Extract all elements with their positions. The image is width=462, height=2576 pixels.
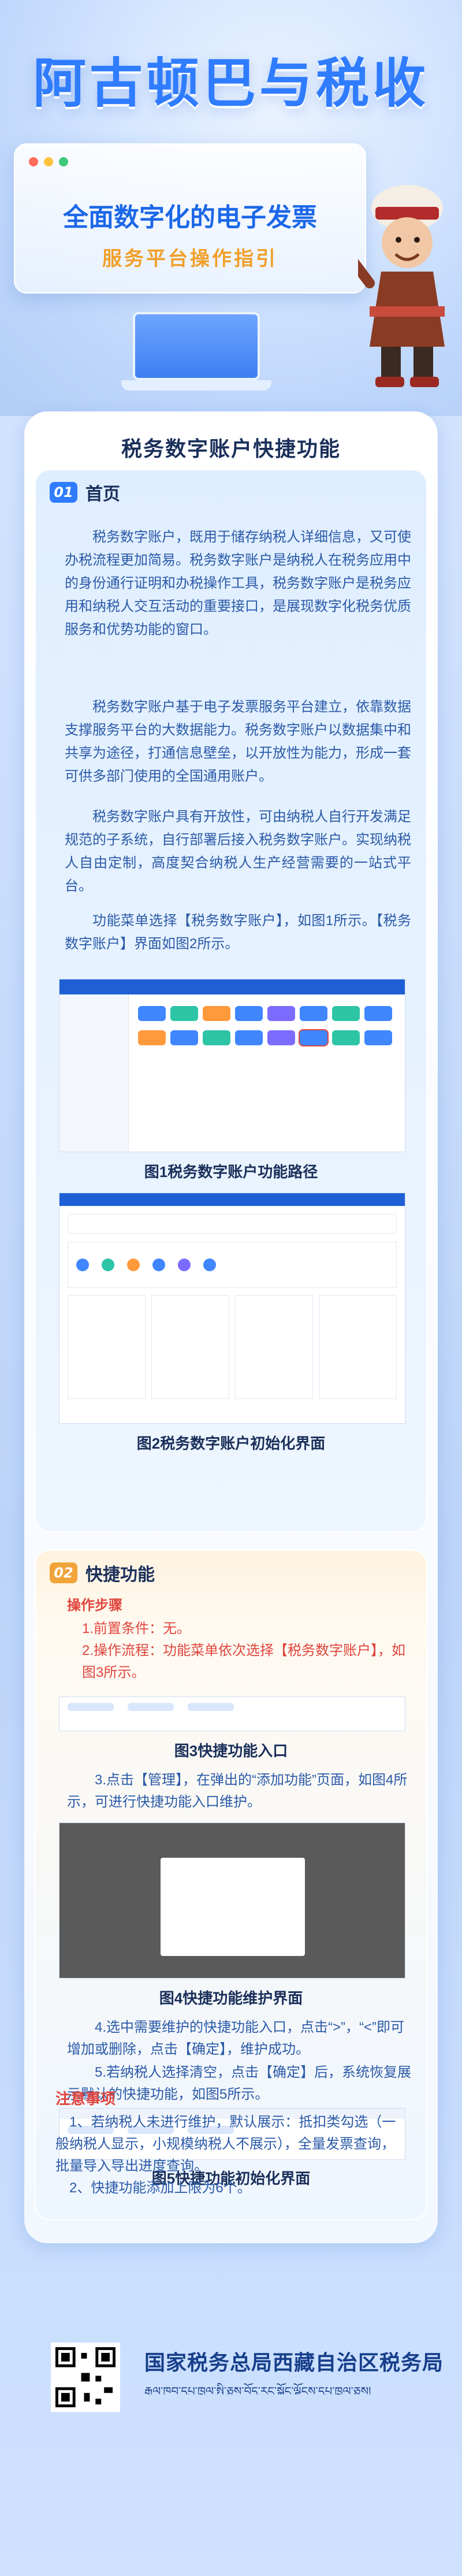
content-card: 税务数字账户快捷功能 01 首页 税务数字账户，既用于储存纳税人详细信息，又可使…: [24, 411, 438, 2243]
header-banner: 阿古顿巴与税收 全面数字化的电子发票 服务平台操作指引: [0, 0, 462, 416]
step-4: 4.选中需要维护的快捷功能入口，点击“>”，“<”即可增加或删除，点击【确定】，…: [67, 2020, 405, 2057]
steps-heading: 操作步骤: [67, 1598, 122, 1613]
figure-3-caption: 图3快捷功能入口: [174, 1742, 288, 1760]
figure-1-caption: 图1税务数字账户功能路径: [144, 1163, 318, 1181]
notes-heading: 注意事项: [55, 2090, 116, 2107]
mascot-illustration: [358, 185, 445, 387]
figure-1-screenshot: [59, 979, 405, 1152]
browser-window-graphic: 全面数字化的电子发票 服务平台操作指引: [14, 143, 366, 294]
qr-code-icon[interactable]: [51, 2343, 120, 2412]
paragraph: 税务数字账户，既用于储存纳税人详细信息，又可使办税流程更加简易。税务数字账户是纳…: [65, 529, 411, 637]
section-title: 快捷功能: [85, 1565, 155, 1584]
section-home: 01 首页 税务数字账户，既用于储存纳税人详细信息，又可使办税流程更加简易。税务…: [35, 469, 427, 1532]
section-number-badge: 01: [50, 482, 77, 503]
step-2: 2.操作流程：功能菜单依次选择【税务数字账户】，如图3所示。: [82, 1643, 406, 1680]
step-3: 3.点击【管理】，在弹出的“添加功能”页面，如图4所示，可进行快捷功能入口维护。: [67, 1772, 408, 1810]
step-5: 5.若纳税人选择清空，点击【确定】后，系统恢复展示默认的快捷功能，如图5所示。: [67, 2065, 412, 2102]
banner-subtitle-2: 服务平台操作指引: [102, 248, 278, 270]
figure-4-screenshot: [59, 1822, 405, 1979]
footer: 国家税务总局西藏自治区税务局 རྒྱལ་ཁབ་དཔྱ་ཁྲལ་སྤྱི་ཅུས་…: [0, 2255, 462, 2576]
paragraph: 功能菜单选择【税务数字账户】，如图1所示。【税务数字账户】界面如图2所示。: [65, 913, 411, 952]
page-title: 阿古顿巴与税收: [32, 54, 429, 113]
figure-2-screenshot: [59, 1193, 405, 1424]
window-dots: [29, 157, 68, 166]
banner-subtitle-1: 全面数字化的电子发票: [63, 203, 317, 232]
paragraph: 税务数字账户具有开放性，可由纳税人自行开发满足规范的子系统，自行部署后接入税务数…: [65, 809, 411, 894]
footer-title: 国家税务总局西藏自治区税务局: [144, 2351, 444, 2374]
figure-2-caption: 图2税务数字账户初始化界面: [136, 1435, 326, 1452]
note-1: 1、若纳税人未进行维护，默认展示：抵扣类勾选（一般纳税人显示，小规模纳税人不展示…: [55, 2114, 396, 2174]
section-number-badge: 02: [50, 1562, 77, 1583]
paragraph: 税务数字账户基于电子发票服务平台建立，依靠数据支撑服务平台的大数据能力。税务数字…: [65, 699, 411, 784]
step-1: 1.前置条件：无。: [82, 1621, 191, 1636]
green-dot-icon: [59, 157, 68, 166]
note-2: 2、快捷功能添加上限为6个。: [69, 2180, 251, 2196]
laptop-icon: [121, 312, 271, 393]
card-title: 税务数字账户快捷功能: [121, 437, 341, 461]
figure-3-screenshot: [59, 1697, 405, 1731]
footer-subtitle: རྒྱལ་ཁབ་དཔྱ་ཁྲལ་སྤྱི་ཅུས་བོད་རང་སྐྱོང་ལྗ…: [144, 2384, 371, 2395]
red-dot-icon: [29, 157, 38, 166]
section-title: 首页: [85, 485, 120, 504]
yellow-dot-icon: [44, 157, 53, 166]
figure-4-caption: 图4快捷功能维护界面: [159, 1989, 303, 2007]
